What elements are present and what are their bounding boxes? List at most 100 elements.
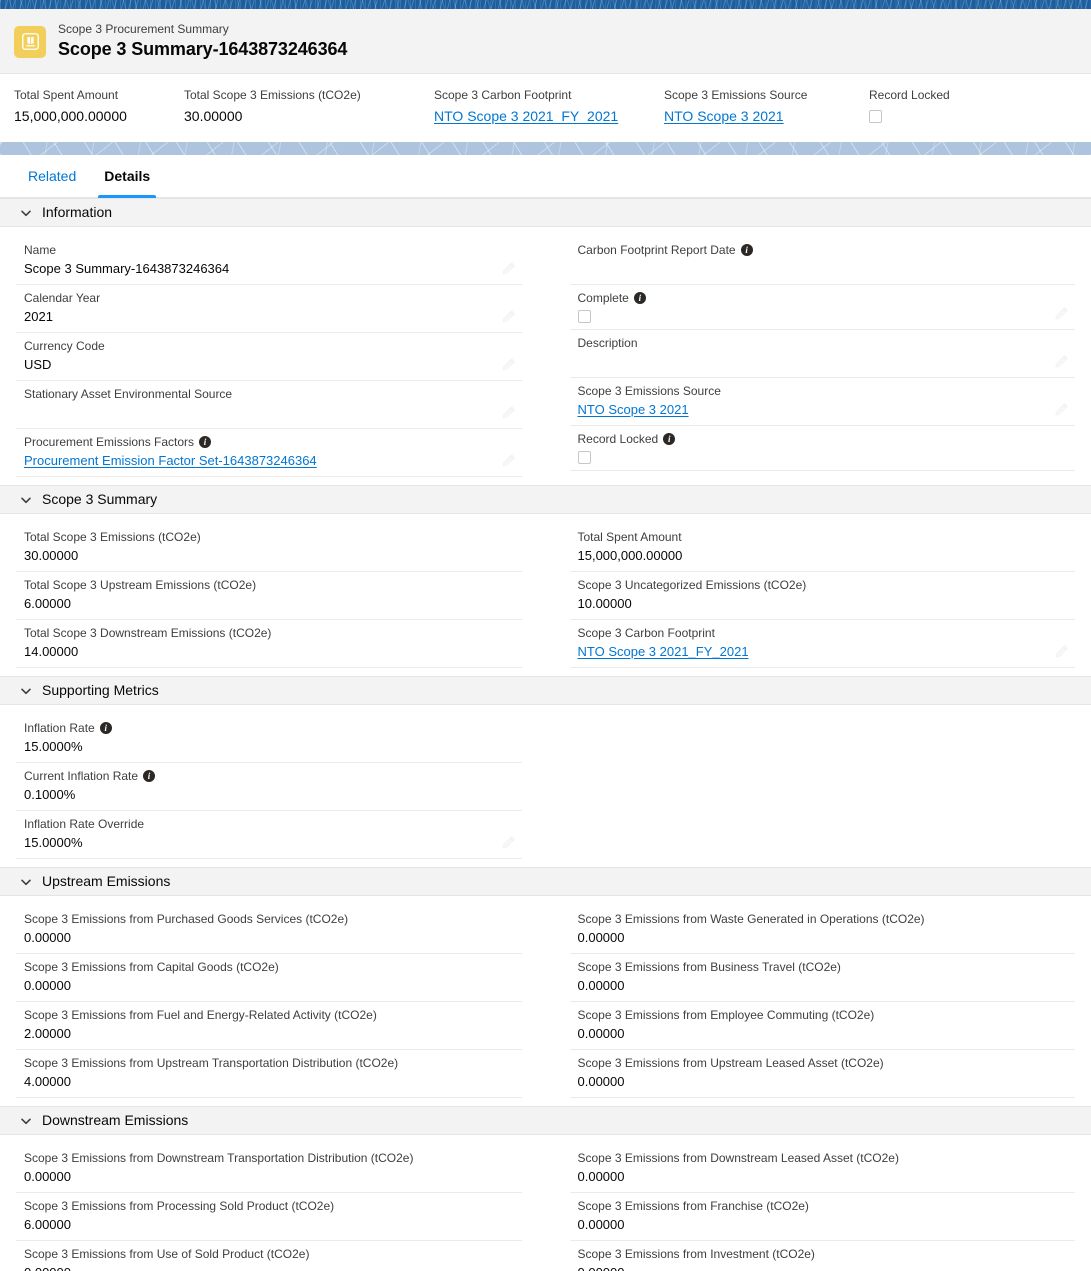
- field-value: 0.00000: [577, 978, 625, 993]
- field-label: Carbon Footprint Report Date i: [578, 242, 1046, 258]
- edit-pencil-icon[interactable]: [501, 835, 516, 850]
- highlight-total-spent-amount: Total Spent Amount 15,000,000.00000: [14, 88, 184, 126]
- field-value: USD: [24, 357, 52, 372]
- chevron-down-icon[interactable]: [20, 207, 32, 219]
- field-label-text: Scope 3 Emissions from Business Travel (…: [577, 960, 841, 974]
- section-supporting-metrics: Supporting Metrics Inflation Rate i 15.0000…: [0, 676, 1091, 867]
- field-value: 2.00000: [24, 1026, 71, 1041]
- field-value: 6.00000: [24, 1217, 71, 1232]
- field-scope-3-uncategorized-emissions-tco2e: Scope 3 Uncategorized Emissions (tCO2e) 1…: [569, 572, 1075, 620]
- field-label-text: Scope 3 Carbon Footprint: [577, 626, 715, 640]
- field-label: Total Spent Amount: [578, 529, 1046, 545]
- field-label: Current Inflation Rate i: [24, 768, 492, 784]
- page-title: Scope 3 Summary-1643873246364: [58, 39, 348, 59]
- edit-pencil-icon[interactable]: [1054, 354, 1069, 369]
- tab-label: Related: [28, 168, 77, 184]
- field-description: Description: [569, 330, 1075, 378]
- info-icon[interactable]: i: [99, 722, 112, 734]
- section-grid: Total Scope 3 Emissions (tCO2e) 30.00000 T…: [0, 514, 1091, 676]
- record-tabset: Related Details: [0, 155, 1091, 198]
- field-value: 0.00000: [577, 1217, 625, 1232]
- field-scope-3-emissions-from-use-of-sold-product-tco2e: Scope 3 Emissions from Use of Sold Produ…: [16, 1241, 522, 1271]
- section-title: Scope 3 Summary: [42, 491, 158, 507]
- section-header-scope-3-summary[interactable]: Scope 3 Summary: [0, 485, 1091, 514]
- field-label-text: Scope 3 Emissions from Capital Goods (tC…: [24, 960, 279, 974]
- edit-pencil-icon[interactable]: [501, 357, 516, 372]
- field-label-text: Description: [577, 336, 638, 350]
- field-label-text: Total Scope 3 Downstream Emissions (tCO2…: [24, 626, 272, 640]
- field-total-scope-3-emissions-tco2e: Total Scope 3 Emissions (tCO2e) 30.00000: [16, 524, 522, 572]
- field-label-text: Scope 3 Emissions from Processing Sold P…: [24, 1199, 335, 1213]
- field-link[interactable]: NTO Scope 3 2021_FY_2021: [578, 643, 749, 661]
- field-value: 15.0000%: [24, 835, 83, 850]
- tab-related[interactable]: Related: [14, 155, 90, 197]
- field-value: 0.00000: [577, 1169, 625, 1184]
- field-label: Total Scope 3 Emissions (tCO2e): [24, 529, 492, 545]
- info-icon[interactable]: i: [143, 770, 156, 782]
- section-header-upstream-emissions[interactable]: Upstream Emissions: [0, 867, 1091, 896]
- section-header-downstream-emissions[interactable]: Downstream Emissions: [0, 1106, 1091, 1135]
- edit-pencil-icon[interactable]: [501, 405, 516, 420]
- checkbox[interactable]: [577, 310, 591, 323]
- field-value: 0.00000: [577, 1074, 625, 1089]
- field-label-text: Current Inflation Rate: [24, 769, 139, 783]
- highlights-panel: Total Spent Amount 15,000,000.00000 Tota…: [0, 74, 1091, 142]
- field-label: Stationary Asset Environmental Source: [24, 386, 492, 402]
- checkbox[interactable]: [577, 451, 591, 464]
- field-calendar-year: Calendar Year 2021: [16, 285, 522, 333]
- info-icon[interactable]: i: [663, 433, 676, 445]
- field-label-text: Inflation Rate: [24, 721, 95, 735]
- edit-pencil-icon[interactable]: [1054, 644, 1069, 659]
- highlight-link[interactable]: NTO Scope 3 2021: [664, 107, 869, 126]
- section-scope-3-summary: Scope 3 Summary Total Scope 3 Emissions (…: [0, 485, 1091, 676]
- field-label: Scope 3 Emissions Source: [578, 383, 1046, 399]
- tab-label: Details: [104, 168, 151, 184]
- edit-pencil-icon[interactable]: [1054, 306, 1069, 321]
- edit-pencil-icon[interactable]: [1054, 402, 1069, 417]
- edit-pencil-icon[interactable]: [501, 261, 516, 276]
- section-header-supporting-metrics[interactable]: Supporting Metrics: [0, 676, 1091, 705]
- highlight-link[interactable]: NTO Scope 3 2021_FY_2021: [434, 107, 664, 126]
- section-title: Downstream Emissions: [42, 1112, 189, 1128]
- field-label: Calendar Year: [24, 290, 492, 306]
- edit-pencil-icon[interactable]: [501, 453, 516, 468]
- field-label-text: Scope 3 Emissions from Employee Commutin…: [577, 1008, 875, 1022]
- section-header-information[interactable]: Information: [0, 198, 1091, 227]
- field-label-text: Scope 3 Emissions from Franchise (tCO2e): [577, 1199, 809, 1213]
- field-value: 2021: [24, 309, 53, 324]
- edit-pencil-icon[interactable]: [501, 309, 516, 324]
- info-icon[interactable]: i: [740, 244, 753, 256]
- highlight-value: 15,000,000.00000: [14, 108, 127, 124]
- section-title: Supporting Metrics: [42, 682, 159, 698]
- field-label-text: Scope 3 Emissions from Upstream Transpor…: [24, 1056, 399, 1070]
- chevron-down-icon[interactable]: [20, 876, 32, 888]
- field-value: 0.1000%: [24, 787, 76, 802]
- info-icon[interactable]: i: [633, 292, 646, 304]
- chevron-down-icon[interactable]: [20, 1115, 32, 1127]
- record-locked-checkbox[interactable]: [869, 110, 882, 123]
- field-label: Scope 3 Emissions from Employee Commutin…: [578, 1007, 1046, 1023]
- field-link[interactable]: Procurement Emission Factor Set-16438732…: [24, 452, 317, 470]
- highlight-label: Total Scope 3 Emissions (tCO2e): [184, 88, 361, 102]
- field-label: Inflation Rate i: [24, 720, 492, 736]
- field-value: 4.00000: [24, 1074, 71, 1089]
- chevron-down-icon[interactable]: [20, 685, 32, 697]
- tab-details[interactable]: Details: [90, 155, 164, 198]
- field-label: Scope 3 Emissions from Downstream Leased…: [578, 1150, 1046, 1166]
- field-label: Description: [578, 335, 1046, 351]
- field-scope-3-emissions-from-upstream-leased-asset-tco2e: Scope 3 Emissions from Upstream Leased A…: [569, 1050, 1075, 1098]
- field-value: [24, 404, 492, 422]
- field-value: 0.00000: [577, 1026, 625, 1041]
- field-link[interactable]: NTO Scope 3 2021: [578, 401, 689, 419]
- field-label: Scope 3 Emissions from Purchased Goods S…: [24, 911, 492, 927]
- section-information: Information Name Scope 3 Summary-164387324…: [0, 198, 1091, 485]
- field-label-text: Scope 3 Emissions from Use of Sold Produ…: [24, 1247, 310, 1261]
- field-scope-3-emissions-from-downstream-transportation-distributio: Scope 3 Emissions from Downstream Transp…: [16, 1145, 522, 1193]
- section-grid: Inflation Rate i 15.0000% Current Inflation…: [0, 705, 1091, 867]
- field-scope-3-emissions-from-franchise-tco2e: Scope 3 Emissions from Franchise (tCO2e)…: [569, 1193, 1075, 1241]
- field-label: Scope 3 Emissions from Investment (tCO2e…: [578, 1246, 1046, 1262]
- info-icon[interactable]: i: [199, 436, 212, 448]
- field-carbon-footprint-report-date: Carbon Footprint Report Date i: [569, 237, 1075, 285]
- chevron-down-icon[interactable]: [20, 494, 32, 506]
- field-label: Scope 3 Emissions from Upstream Transpor…: [24, 1055, 492, 1071]
